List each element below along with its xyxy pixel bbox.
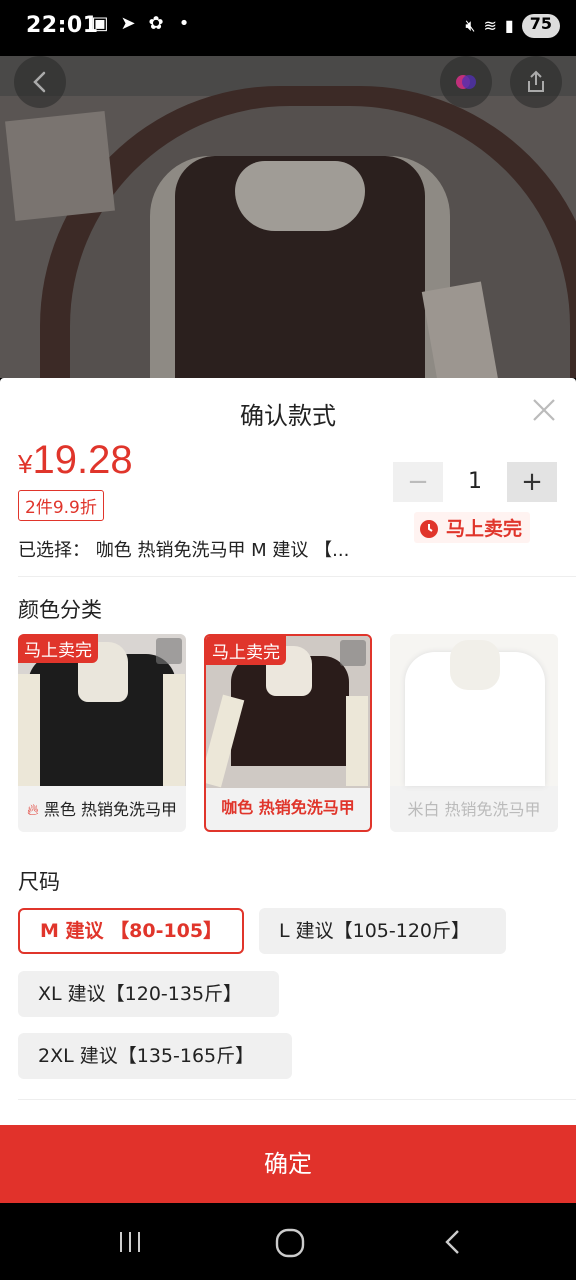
alarm-clock-icon (420, 519, 438, 538)
screenshot-icon: ▣ (91, 13, 109, 34)
system-nav-bar (0, 1203, 576, 1280)
flame-icon: 🔥︎ (27, 800, 39, 819)
price-currency: ¥ (18, 449, 33, 479)
divider (18, 576, 576, 577)
sheet-title: 确认款式 (240, 402, 336, 430)
increase-button[interactable]: + (507, 462, 557, 502)
price-value: 19.28 (32, 438, 133, 482)
color-option-ivory[interactable]: 米白 热销免洗马甲 (390, 634, 558, 832)
selected-value: 咖色 热销免洗马甲 M 建议 【... (95, 540, 350, 561)
color-option-label: 咖色 热销免洗马甲 (221, 798, 355, 817)
status-bar: 22:01 ▣ ➤ ✿ • 🔇︎ ≋ ▮ 75 (0, 0, 576, 56)
decrease-button[interactable]: − (393, 462, 443, 502)
expand-icon[interactable] (156, 638, 182, 664)
color-option-image (390, 634, 558, 786)
live-icon (456, 75, 476, 89)
home-icon[interactable] (274, 1227, 306, 1259)
telegram-icon: ➤ (120, 13, 136, 34)
dot-icon: • (178, 13, 190, 34)
selling-fast-badge: 马上卖完 (206, 636, 286, 665)
close-icon[interactable] (530, 396, 558, 424)
expand-icon[interactable] (340, 640, 366, 666)
wifi-icon: ≋ (483, 16, 497, 35)
size-option-2xl[interactable]: 2XL 建议【135-165斤】 (18, 1033, 292, 1079)
selected-summary: 已选择： 咖色 热销免洗马甲 M 建议 【... (18, 536, 349, 562)
confirm-button[interactable]: 确定 (0, 1125, 576, 1203)
color-section-title: 颜色分类 (18, 598, 102, 622)
back-nav-icon[interactable] (438, 1227, 468, 1257)
battery-indicator: 75 (521, 14, 560, 38)
share-button[interactable] (510, 56, 562, 108)
quantity-value[interactable]: 1 (443, 462, 507, 502)
share-icon (528, 70, 544, 92)
selling-fast-label: 马上卖完 (446, 518, 523, 540)
recent-apps-icon[interactable] (115, 1227, 145, 1257)
quantity-stepper: − 1 + (393, 462, 557, 502)
size-option-xl[interactable]: XL 建议【120-135斤】 (18, 971, 279, 1017)
color-option-label: 米白 热销免洗马甲 (407, 800, 541, 819)
selling-fast-badge: 马上卖完 (18, 634, 98, 663)
live-button[interactable] (440, 56, 492, 108)
clock: 22:01 (26, 13, 99, 38)
back-button[interactable] (14, 56, 66, 108)
signal-icon: ▮ (504, 16, 514, 35)
size-option-m[interactable]: M 建议 【80-105】 (18, 908, 244, 954)
app-icon: ✿ (148, 13, 164, 34)
size-option-l[interactable]: L 建议【105-120斤】 (259, 908, 506, 954)
color-option-brown[interactable]: 马上卖完 咖色 热销免洗马甲 (204, 634, 372, 832)
product-image (0, 56, 576, 378)
color-option-black[interactable]: 马上卖完 🔥︎ 黑色 热销免洗马甲 (18, 634, 186, 832)
promo-tag: 2件9.9折 (18, 490, 104, 521)
size-section-title: 尺码 (18, 870, 60, 894)
selected-label: 已选择： (18, 540, 90, 561)
mute-icon: 🔇︎ (465, 16, 476, 35)
back-arrow-icon (33, 71, 46, 93)
sku-selection-sheet: 确认款式 ¥19.28 2件9.9折 − 1 + 马上卖完 已选择： 咖色 热销… (0, 378, 576, 1203)
color-option-label: 黑色 热销免洗马甲 (43, 800, 177, 819)
price: ¥19.28 (18, 438, 133, 483)
divider (18, 1099, 576, 1100)
selling-fast-badge: 马上卖完 (414, 512, 531, 543)
